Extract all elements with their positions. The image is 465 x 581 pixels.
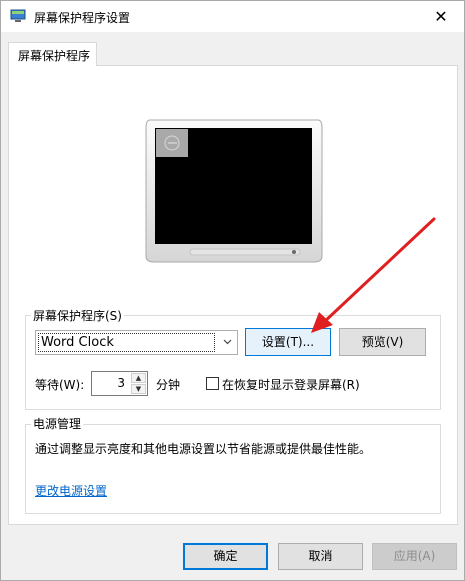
monitor-preview bbox=[145, 119, 323, 263]
wait-minutes-stepper[interactable]: 3 ▲ ▼ bbox=[91, 371, 148, 396]
resume-login-label: 在恢复时显示登录屏幕(R) bbox=[222, 378, 360, 392]
screensaver-select[interactable]: Word Clock bbox=[35, 330, 238, 355]
ok-button[interactable]: 确定 bbox=[183, 543, 268, 570]
apply-button-label: 应用(A) bbox=[393, 549, 436, 563]
preview-button-label: 预览(V) bbox=[361, 335, 404, 349]
screensaver-group-label: 屏幕保护程序(S) bbox=[31, 307, 124, 324]
power-group-label: 电源管理 bbox=[31, 415, 84, 432]
close-icon: ✕ bbox=[434, 7, 448, 26]
close-button[interactable]: ✕ bbox=[418, 1, 464, 32]
annotation-arrow bbox=[311, 217, 436, 333]
power-description: 通过调整显示亮度和其他电源设置以节省能源或提供最佳性能。 bbox=[35, 442, 372, 456]
settings-button-label: 设置(T)... bbox=[261, 335, 315, 349]
spin-down-icon[interactable]: ▼ bbox=[131, 384, 146, 394]
change-power-settings-link[interactable]: 更改电源设置 bbox=[35, 482, 107, 499]
chevron-down-icon bbox=[223, 339, 232, 345]
wait-minutes-value: 3 bbox=[117, 376, 125, 390]
monitor-app-icon bbox=[10, 9, 26, 22]
title-bar: 屏幕保护程序设置 ✕ bbox=[1, 1, 464, 32]
wait-unit-label: 分钟 bbox=[156, 378, 181, 392]
tab-label: 屏幕保护程序 bbox=[18, 49, 91, 63]
tab-screensaver[interactable]: 屏幕保护程序 bbox=[8, 42, 97, 66]
spin-up-icon[interactable]: ▲ bbox=[131, 373, 146, 383]
cancel-button-label: 取消 bbox=[308, 549, 333, 563]
resume-login-checkbox[interactable] bbox=[206, 377, 219, 390]
apply-button: 应用(A) bbox=[372, 543, 457, 570]
screensaver-settings-dialog: 屏幕保护程序设置 ✕ 屏幕保护程序 屏幕保护程序(S) Word Clock 设… bbox=[0, 0, 465, 581]
screensaver-selected-value: Word Clock bbox=[38, 333, 215, 352]
wait-label: 等待(W): bbox=[35, 378, 85, 392]
window-title: 屏幕保护程序设置 bbox=[34, 11, 131, 25]
cancel-button[interactable]: 取消 bbox=[278, 543, 363, 570]
ok-button-label: 确定 bbox=[213, 549, 238, 563]
power-group bbox=[25, 424, 441, 514]
